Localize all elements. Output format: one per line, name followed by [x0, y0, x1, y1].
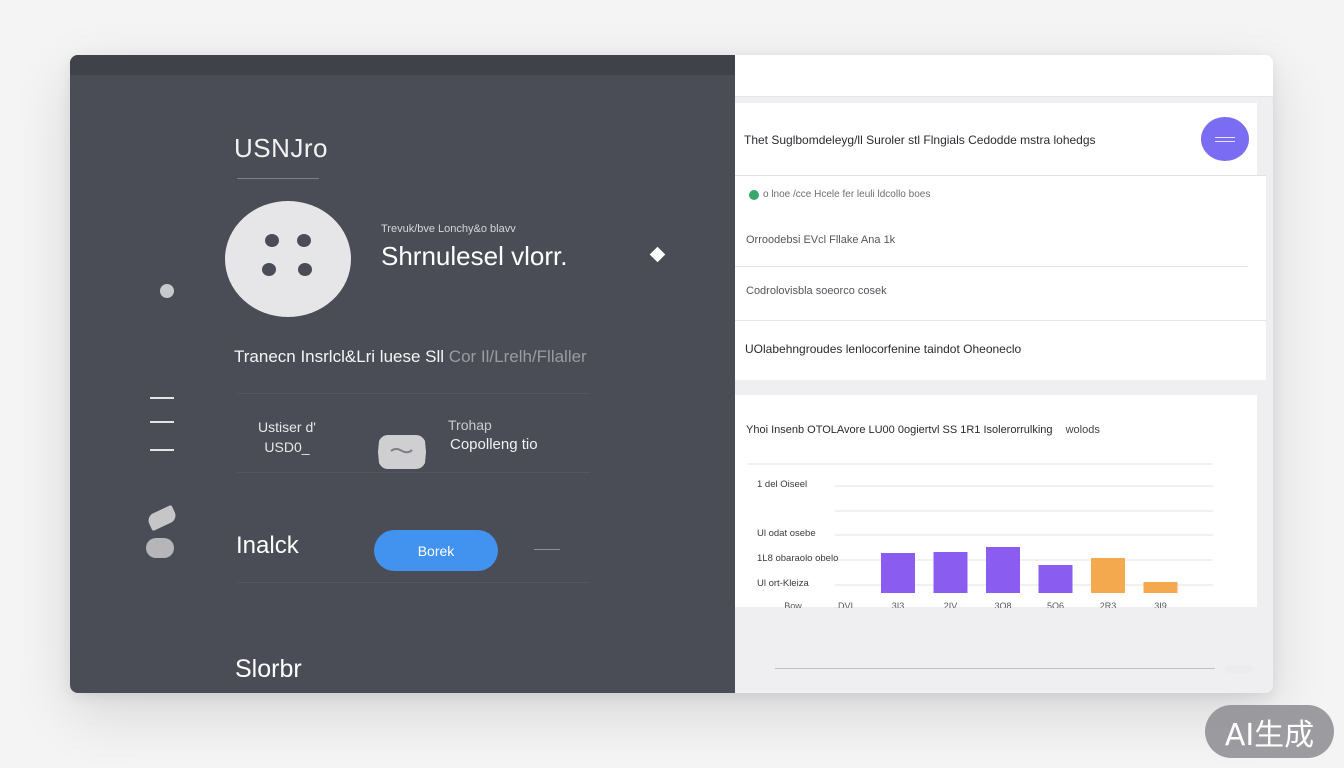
chart-title-main: Yhoi Insenb OTOLAvore LU00 0ogiertvl SS …: [746, 424, 1053, 436]
menu-bar: [150, 397, 174, 399]
content-panel: Thet Suglbomdeleyg/ll Suroler stl Flngia…: [735, 55, 1273, 693]
profile-panel: USNJro Trevuk/bve Lonchy&o blavv Shrnule…: [70, 55, 735, 693]
bar: [1038, 565, 1073, 593]
user-label: Ustiser d' USD0_: [258, 417, 316, 457]
x-tick-label: 2R3: [1100, 601, 1117, 608]
bottom-rule: [775, 668, 1215, 669]
bar-chart: Ul ort-Kleiza 1L8 obaraolo obelo Ul odat o…: [747, 463, 1213, 608]
brand-underline: [237, 178, 319, 179]
menu-bar: [150, 421, 174, 423]
badge-text: Copolleng tio: [450, 436, 538, 453]
ai-generated-badge: AI生成: [1205, 705, 1334, 758]
y-tick-label: Ul ort-Kleiza: [757, 578, 809, 589]
x-tick-label: 2IV: [944, 601, 958, 608]
list-kicker: o lnoe /cce Hcele fer leuli ldcollo boes: [763, 189, 931, 200]
top-bar: [735, 55, 1273, 97]
y-tick-label: 1 del Oiseel: [757, 479, 807, 490]
user-label-line1: Ustiser d': [258, 419, 316, 435]
list-item[interactable]: Codrolovisbla soeorco cosek: [746, 285, 887, 297]
avatar-dot: [262, 263, 276, 276]
app-window: USNJro Trevuk/bve Lonchy&o blavv Shrnule…: [70, 55, 1273, 693]
bar: [986, 547, 1020, 593]
x-tick-label: 3I3: [892, 601, 905, 608]
tag-icon[interactable]: [376, 431, 428, 473]
chart-title: Yhoi Insenb OTOLAvore LU00 0ogiertvl SS …: [746, 424, 1100, 436]
bar: [933, 552, 968, 593]
avatar-dot: [297, 234, 311, 247]
avatar-dot: [265, 234, 279, 247]
list-separator: [735, 320, 1266, 321]
drag-handle-icon[interactable]: [145, 504, 179, 532]
user-label-line2: USD0_: [264, 439, 310, 455]
profile-name: Shrnulesel vlorr.: [381, 241, 568, 271]
x-tick-label: 3I9: [1154, 601, 1167, 608]
section-heading-main: Tranecn Insrlcl&Lri luese Sll: [234, 347, 445, 366]
x-tick-label: 5O6: [1047, 601, 1064, 608]
primary-action-button[interactable]: Borek: [374, 530, 498, 571]
profile-kicker: Trevuk/bve Lonchy&o blavv: [381, 223, 516, 235]
y-tick-label: Ul odat osebe: [757, 528, 816, 539]
scroll-nub[interactable]: [1225, 665, 1253, 673]
section-heading: Tranecn Insrlcl&Lri luese Sll Cor Il/Lre…: [234, 347, 587, 367]
list-item[interactable]: Orroodebsi EVcl Fllake Ana 1k: [746, 234, 895, 246]
nav-dot-icon[interactable]: [160, 284, 174, 298]
badge-kicker: Trohap: [448, 417, 492, 433]
bar: [1091, 558, 1125, 593]
x-tick-label: 3O8: [994, 601, 1011, 608]
list-item[interactable]: UOlabehngroudes lenlocorfenine taindot O…: [745, 342, 1021, 356]
list-separator: [735, 266, 1248, 267]
x-tick-label: DVI: [838, 601, 853, 608]
drag-handle-icon[interactable]: [146, 538, 174, 558]
avatar-dot: [298, 263, 312, 276]
x-tick-label: Bow: [784, 601, 802, 608]
action-hint: [534, 549, 560, 550]
search-text[interactable]: Thet Suglbomdeleyg/ll Suroler stl Flngia…: [744, 133, 1096, 147]
y-tick-label: 1L8 obaraolo obelo: [757, 553, 838, 564]
bar: [881, 553, 915, 593]
action-label: Inalck: [236, 532, 299, 559]
bar: [1143, 582, 1178, 593]
menu-fab-button[interactable]: [1201, 117, 1249, 161]
expand-diamond-icon[interactable]: [649, 246, 666, 263]
fab-line: [1215, 137, 1235, 138]
chart-title-tail: wolods: [1065, 424, 1100, 436]
divider: [237, 582, 590, 583]
fab-line: [1215, 141, 1235, 142]
section-heading-dim: Cor Il/Lrelh/Fllaller: [448, 347, 587, 366]
brand-title: USNJro: [234, 133, 329, 163]
menu-icon[interactable]: [150, 397, 174, 451]
status-dot-icon: [749, 190, 759, 200]
footer-label: Slorbr: [235, 655, 302, 683]
menu-bar: [150, 449, 174, 451]
avatar[interactable]: [225, 201, 351, 317]
